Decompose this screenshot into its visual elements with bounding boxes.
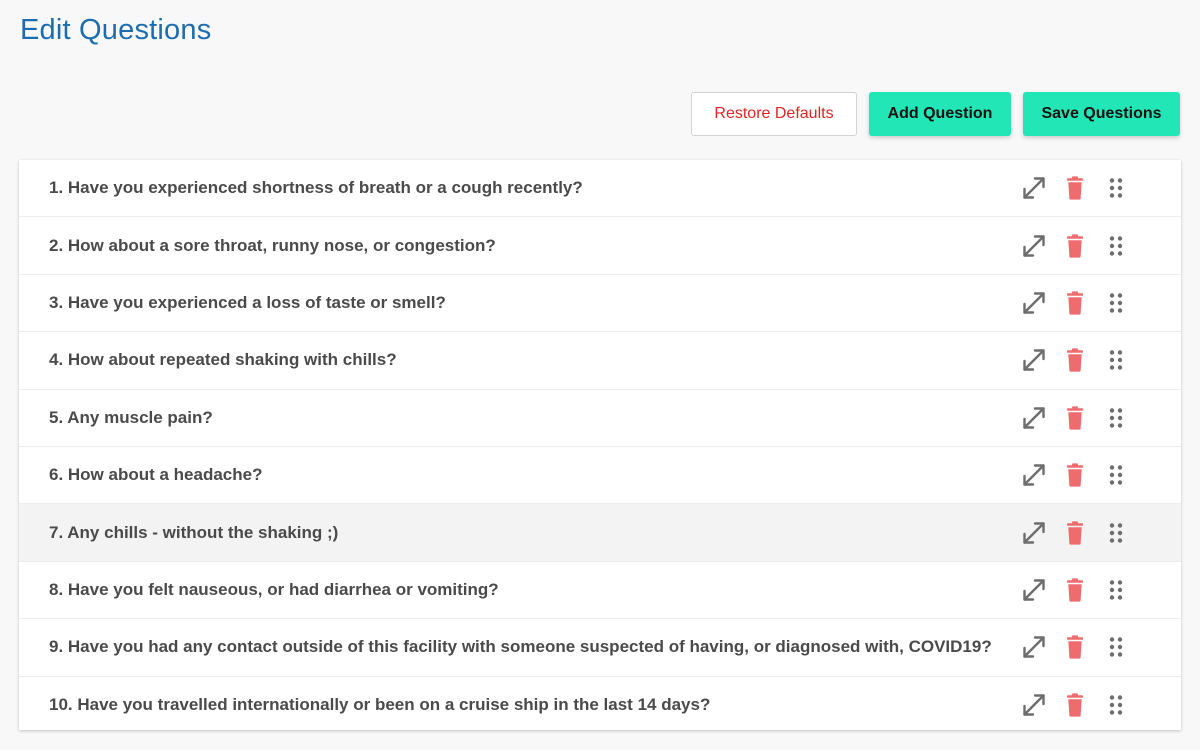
question-text: 8. Have you felt nauseous, or had diarrh… [49, 579, 499, 599]
question-actions [1021, 175, 1129, 201]
drag-handle-icon[interactable] [1103, 405, 1129, 431]
expand-icon[interactable] [1021, 692, 1047, 718]
question-text: 9. Have you had any contact outside of t… [49, 637, 992, 657]
question-row[interactable]: 9. Have you had any contact outside of t… [19, 619, 1181, 677]
question-text: 7. Any chills - without the shaking ;) [49, 522, 339, 542]
expand-icon[interactable] [1021, 233, 1047, 259]
add-question-button[interactable]: Add Question [869, 92, 1011, 136]
expand-icon[interactable] [1021, 634, 1047, 660]
restore-defaults-button[interactable]: Restore Defaults [691, 92, 857, 136]
drag-handle-icon[interactable] [1103, 347, 1129, 373]
save-questions-button[interactable]: Save Questions [1023, 92, 1180, 136]
question-actions [1021, 290, 1129, 316]
question-text: 10. Have you travelled internationally o… [49, 694, 711, 714]
question-row[interactable]: 2. How about a sore throat, runny nose, … [19, 217, 1181, 275]
question-row[interactable]: 1. Have you experienced shortness of bre… [19, 160, 1181, 218]
question-text: 5. Any muscle pain? [49, 407, 213, 427]
trash-icon[interactable] [1062, 634, 1088, 660]
trash-icon[interactable] [1062, 175, 1088, 201]
drag-handle-icon[interactable] [1103, 692, 1129, 718]
expand-icon[interactable] [1021, 520, 1047, 546]
question-actions [1021, 520, 1129, 546]
trash-icon[interactable] [1062, 290, 1088, 316]
trash-icon[interactable] [1062, 692, 1088, 718]
question-actions [1021, 692, 1129, 718]
question-row[interactable]: 6. How about a headache? [19, 447, 1181, 505]
question-actions [1021, 577, 1129, 603]
question-actions [1021, 233, 1129, 259]
question-row[interactable]: 8. Have you felt nauseous, or had diarrh… [19, 562, 1181, 620]
question-actions [1021, 462, 1129, 488]
expand-icon[interactable] [1021, 290, 1047, 316]
question-row[interactable]: 4. How about repeated shaking with chill… [19, 332, 1181, 390]
edit-questions-page: Edit Questions Restore Defaults Add Ques… [0, 0, 1200, 750]
question-row[interactable]: 5. Any muscle pain? [19, 390, 1181, 447]
expand-icon[interactable] [1021, 405, 1047, 431]
question-row[interactable]: 10. Have you travelled internationally o… [19, 677, 1181, 730]
toolbar: Restore Defaults Add Question Save Quest… [691, 92, 1180, 136]
page-title: Edit Questions [20, 14, 212, 46]
trash-icon[interactable] [1062, 462, 1088, 488]
question-text: 6. How about a headache? [49, 465, 263, 485]
expand-icon[interactable] [1021, 462, 1047, 488]
question-text: 4. How about repeated shaking with chill… [49, 350, 397, 370]
trash-icon[interactable] [1062, 577, 1088, 603]
drag-handle-icon[interactable] [1103, 520, 1129, 546]
question-text: 3. Have you experienced a loss of taste … [49, 292, 446, 312]
expand-icon[interactable] [1021, 347, 1047, 373]
trash-icon[interactable] [1062, 520, 1088, 546]
question-actions [1021, 347, 1129, 373]
question-row[interactable]: 7. Any chills - without the shaking ;) [19, 504, 1181, 562]
drag-handle-icon[interactable] [1103, 634, 1129, 660]
trash-icon[interactable] [1062, 347, 1088, 373]
question-actions [1021, 634, 1129, 660]
question-text: 1. Have you experienced shortness of bre… [49, 178, 583, 198]
question-text: 2. How about a sore throat, runny nose, … [49, 235, 496, 255]
expand-icon[interactable] [1021, 175, 1047, 201]
question-row[interactable]: 3. Have you experienced a loss of taste … [19, 275, 1181, 333]
question-actions [1021, 405, 1129, 431]
drag-handle-icon[interactable] [1103, 577, 1129, 603]
drag-handle-icon[interactable] [1103, 462, 1129, 488]
trash-icon[interactable] [1062, 405, 1088, 431]
drag-handle-icon[interactable] [1103, 233, 1129, 259]
questions-list: 1. Have you experienced shortness of bre… [19, 160, 1181, 730]
drag-handle-icon[interactable] [1103, 290, 1129, 316]
expand-icon[interactable] [1021, 577, 1047, 603]
drag-handle-icon[interactable] [1103, 175, 1129, 201]
trash-icon[interactable] [1062, 233, 1088, 259]
